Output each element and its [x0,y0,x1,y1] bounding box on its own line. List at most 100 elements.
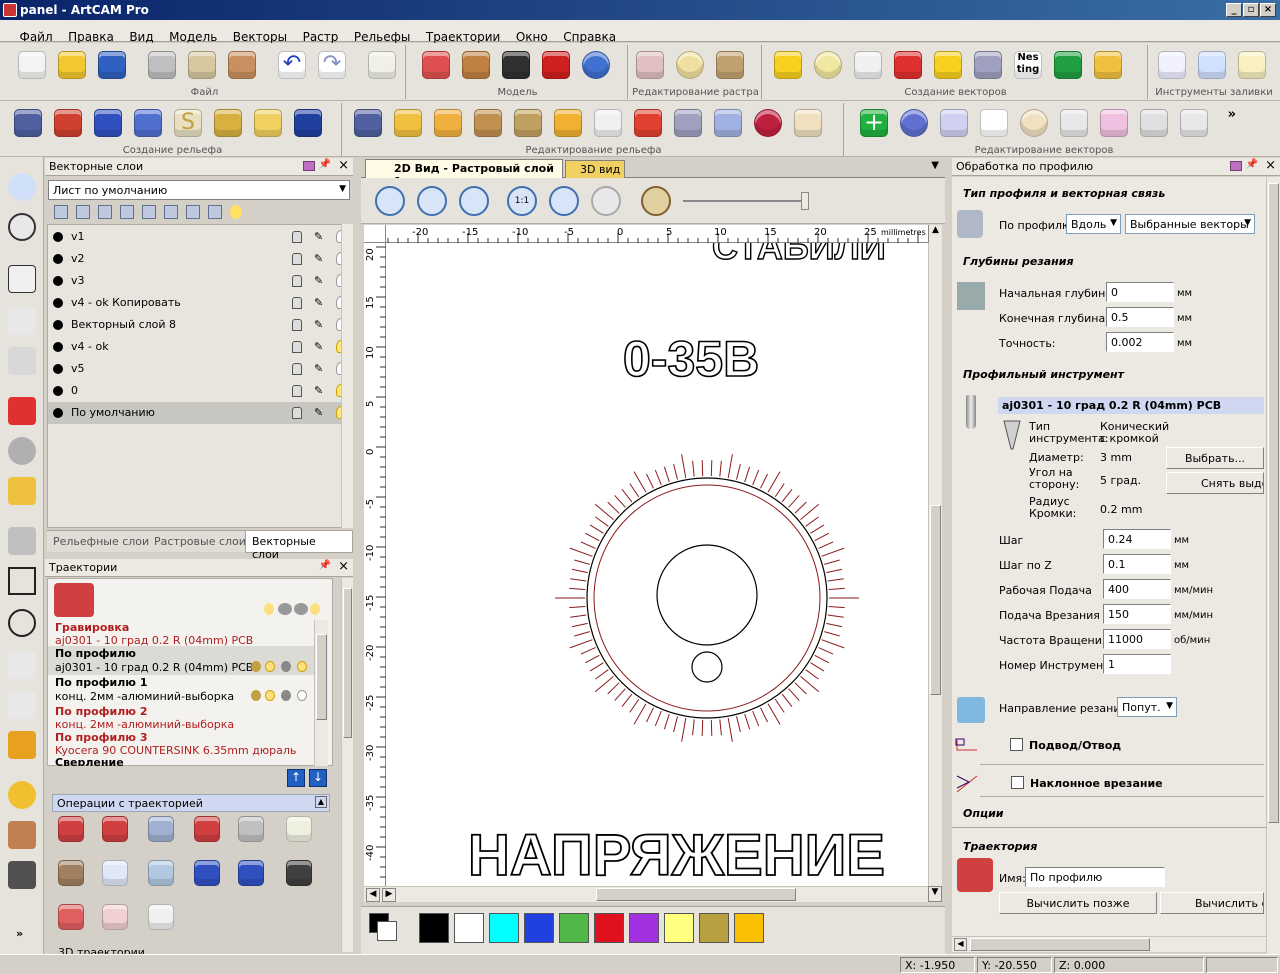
plunge-rate-input[interactable]: 150 [1103,604,1171,624]
relief-shape-icon[interactable] [54,109,82,137]
tolerance-input[interactable]: 0.002 [1106,332,1174,352]
lock-icon[interactable] [292,297,302,309]
lock-icon[interactable] [292,363,302,375]
op-save-icon[interactable] [58,816,84,842]
layer-merge-icon[interactable] [120,205,134,219]
close-panel-icon[interactable]: × [1265,158,1276,173]
spindle-speed-input[interactable]: 11000 [1103,629,1171,649]
measure-icon[interactable] [8,477,36,505]
relief-star-ball-icon[interactable] [754,109,782,137]
toolpath-item[interactable]: По профилю 3 [55,731,147,744]
toolpath-item[interactable]: конц. 2мм -алюминий-выборка [55,718,234,731]
circle-tool-icon[interactable] [8,609,36,637]
profile-side-select[interactable]: Вдоль [1066,214,1121,234]
scroll-left-icon[interactable]: ◀ [366,888,380,902]
layer-row-selected[interactable]: По умолчанию ✎ [48,402,352,424]
layer-up-icon[interactable] [142,205,156,219]
add-vector-icon[interactable]: + [860,109,888,137]
canvas-vertical-scrollbar[interactable] [928,243,942,886]
layer-row[interactable]: Векторный слой 8 ✎ [48,314,352,336]
toolpath-item[interactable]: По профилю 2 [55,705,147,718]
relief-plane-icon[interactable] [254,109,282,137]
relief-layers-icon[interactable] [14,109,42,137]
vector-stack-icon[interactable] [1094,51,1122,79]
cut-direction-select[interactable]: Попут. [1117,697,1177,717]
relief-plate-icon[interactable] [354,109,382,137]
layer-row[interactable]: v3 ✎ [48,270,352,292]
relief-arch-icon[interactable] [594,109,622,137]
spin-s-icon[interactable]: S [174,109,202,137]
relief-mushroom-icon[interactable] [434,109,462,137]
small-circle[interactable] [691,651,723,683]
pen-icon[interactable]: ✎ [314,274,326,288]
profile-panel-hscrollbar[interactable]: ◀ [952,936,1266,952]
sheet-select[interactable]: Лист по умолчанию [48,180,350,200]
zoom-in-icon[interactable] [375,186,405,216]
op-transform-icon[interactable] [286,860,312,886]
relief-book-icon[interactable] [514,109,542,137]
op-block-icon[interactable] [102,860,128,886]
copy-icon[interactable] [188,51,216,79]
dots-fill-icon[interactable] [1158,51,1186,79]
zoom-region-icon[interactable] [8,173,36,201]
tab-bitmap-layers[interactable]: Растровые слои [154,535,246,548]
shape-icon[interactable] [934,51,962,79]
toolpath-item[interactable]: aj0301 - 10 град 0.2 R (04mm) PCB [55,661,253,674]
op-layers-icon[interactable] [148,816,174,842]
palette-swatch[interactable] [664,913,694,943]
relief-hat-icon[interactable] [634,109,662,137]
layer-copy-icon[interactable] [76,205,90,219]
relief-smooth-icon[interactable] [794,109,822,137]
node-fill-icon[interactable] [1238,51,1266,79]
toolpath-item[interactable]: По профилю [55,647,136,660]
op-grid-icon[interactable] [238,816,264,842]
close-button[interactable]: × [1260,3,1276,17]
zoom-fit-icon[interactable] [549,186,579,216]
toolpaths-panel-scrollbar[interactable] [341,578,353,952]
stepover-input[interactable]: 0.24 [1103,529,1171,549]
section-options[interactable]: Опции [963,807,1004,820]
layer-row[interactable]: v5 ✎ [48,358,352,380]
feed-rate-input[interactable]: 400 [1103,579,1171,599]
pen-icon[interactable]: ✎ [314,384,326,398]
weave-icon[interactable] [214,109,242,137]
layer-new-icon[interactable] [54,205,68,219]
palette-swatch[interactable] [489,913,519,943]
pen-icon[interactable]: ✎ [314,230,326,244]
op-stripes-icon[interactable] [58,904,84,930]
image-to-relief-icon[interactable] [422,51,450,79]
scroll-thumb[interactable] [596,888,796,901]
layer-lock-icon[interactable] [186,205,200,219]
profile-panel-scrollbar[interactable] [1266,177,1280,954]
vector-fillet-icon[interactable] [1180,109,1208,137]
minimize-button[interactable]: _ [1226,3,1242,17]
relief-star-icon[interactable] [94,109,122,137]
pen-icon[interactable]: ✎ [314,340,326,354]
layer-row[interactable]: v4 - ok Копировать ✎ [48,292,352,314]
deselect-tool-button[interactable]: Снять выделение [1166,472,1264,494]
text-tool-icon[interactable] [8,731,36,759]
canvas-text-top[interactable]: СТАБИЛИ [711,243,886,268]
layer-row[interactable]: v2 ✎ [48,248,352,270]
save-disk-icon[interactable] [98,51,126,79]
layers-stack-icon[interactable] [974,51,1002,79]
view-menu-chevron-icon[interactable]: ▼ [931,160,939,171]
calculate-later-button[interactable]: Вычислить позже [999,892,1157,914]
vector-selection-select[interactable]: Выбранные векторы [1125,214,1255,234]
palette-swatch[interactable] [559,913,589,943]
layer-light-icon[interactable] [230,205,242,219]
undo-icon[interactable]: ↶ [278,51,306,79]
zoom-out-icon[interactable] [417,186,447,216]
lock-icon[interactable] [292,407,302,419]
lock-icon[interactable] [292,253,302,265]
secondary-color-swatch[interactable] [377,921,397,941]
palette-swatch[interactable] [699,913,729,943]
vector-offset-icon[interactable] [1100,109,1128,137]
layer-hide-icon[interactable] [208,205,222,219]
palette-swatch[interactable] [629,913,659,943]
node-edit-icon[interactable] [8,307,36,335]
tab-3d-view[interactable]: 3D вид [565,160,625,178]
select-arrow-icon[interactable] [8,265,36,293]
bitmap-eraser-icon[interactable] [636,51,664,79]
bitmap-lasso-icon[interactable] [676,51,704,79]
